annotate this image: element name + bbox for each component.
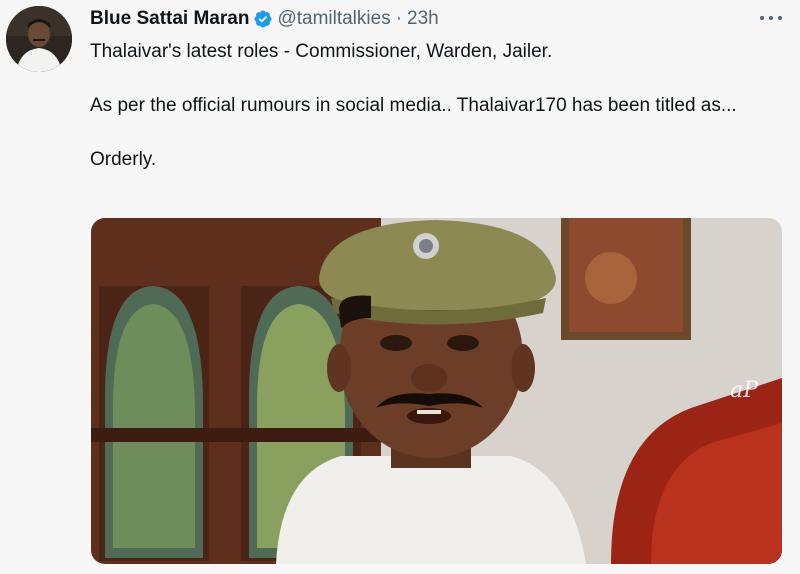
more-dot bbox=[778, 16, 782, 20]
separator-dot: · bbox=[395, 8, 403, 29]
tweet-header: Blue Sattai Maran @tamiltalkies · 23h bbox=[90, 7, 439, 31]
author-name[interactable]: Blue Sattai Maran bbox=[90, 8, 249, 30]
media-image bbox=[91, 218, 782, 564]
more-dot bbox=[760, 16, 764, 20]
media-watermark: aP bbox=[730, 378, 758, 403]
timestamp[interactable]: 23h bbox=[407, 8, 439, 30]
tweet: Blue Sattai Maran @tamiltalkies · 23h Th… bbox=[0, 0, 800, 574]
tweet-media[interactable]: aP bbox=[91, 218, 782, 564]
tweet-text: Thalaivar's latest roles - Commissioner,… bbox=[90, 41, 737, 170]
avatar[interactable] bbox=[6, 6, 72, 72]
more-options-icon[interactable] bbox=[760, 9, 782, 27]
more-dot bbox=[769, 16, 773, 20]
verified-badge-icon bbox=[254, 10, 272, 28]
avatar-image bbox=[6, 6, 72, 72]
author-handle[interactable]: @tamiltalkies bbox=[277, 8, 390, 30]
